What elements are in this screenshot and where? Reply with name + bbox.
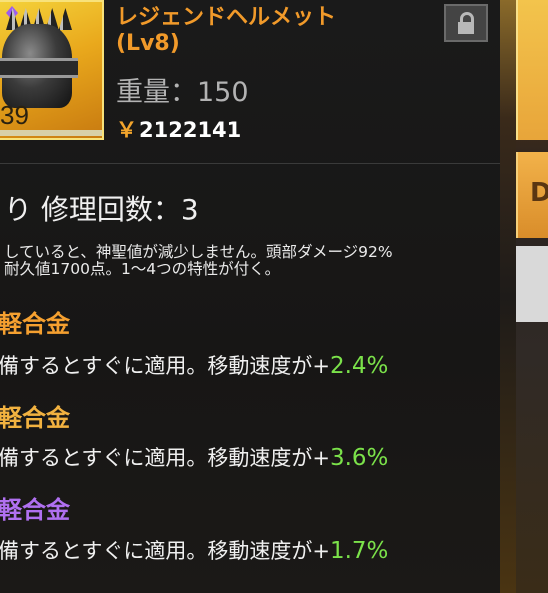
trait-value-2: 3.6% xyxy=(329,445,389,471)
item-icon-frame: 39 xyxy=(0,0,104,140)
trait-plus-2: + xyxy=(312,446,330,470)
item-detail-panel: 39 レジェンドヘルメット (Lv8) 重量：150 ￥2122141 り 修理… xyxy=(0,0,500,593)
description-line-1: していると、神聖値が減少しません。頭部ダメージ92% xyxy=(4,243,393,261)
trait-name-2: 軽合金 xyxy=(0,404,70,432)
trait-plus-3: + xyxy=(312,539,330,563)
item-weight: 重量：150 xyxy=(116,77,249,108)
item-name: レジェンドヘルメット xyxy=(116,5,337,30)
item-count: 39 xyxy=(0,100,29,130)
side-button-2-label: D xyxy=(530,178,548,208)
repair-count: り 修理回数：3 xyxy=(4,193,199,226)
side-button-1[interactable] xyxy=(516,0,548,140)
item-price: ￥2122141 xyxy=(116,114,241,144)
trait-text-1: 備するとすぐに適用。移動速度が+2.4% xyxy=(0,350,388,380)
trait-value-1: 2.4% xyxy=(329,353,389,379)
trait-desc-1: 備するとすぐに適用。移動速度が xyxy=(0,354,313,378)
yen-icon: ￥ xyxy=(116,118,137,142)
trait-name-3: 軽合金 xyxy=(0,496,70,524)
panel-edge xyxy=(500,0,516,593)
helmet-icon xyxy=(0,24,78,108)
item-level: (Lv8) xyxy=(116,31,180,56)
trait-desc-3: 備するとすぐに適用。移動速度が xyxy=(0,539,313,563)
durability-bar xyxy=(0,130,102,136)
lock-button[interactable] xyxy=(444,4,488,42)
side-button-3[interactable] xyxy=(516,246,548,322)
trait-value-3: 1.7% xyxy=(329,538,389,564)
divider xyxy=(0,163,500,164)
trait-text-2: 備するとすぐに適用。移動速度が+3.6% xyxy=(0,442,388,472)
trait-text-3: 備するとすぐに適用。移動速度が+1.7% xyxy=(0,535,388,565)
description-line-2: 耐久値1700点。1～4つの特性が付く。 xyxy=(4,260,281,278)
side-button-2[interactable]: D xyxy=(516,152,548,238)
trait-desc-2: 備するとすぐに適用。移動速度が xyxy=(0,446,313,470)
trait-name-1: 軽合金 xyxy=(0,310,70,338)
lock-icon-body xyxy=(458,22,474,34)
price-value: 2122141 xyxy=(139,118,242,142)
item-description: していると、神聖値が減少しません。頭部ダメージ92% 耐久値1700点。1～4つ… xyxy=(4,244,393,278)
trait-plus-1: + xyxy=(312,354,330,378)
